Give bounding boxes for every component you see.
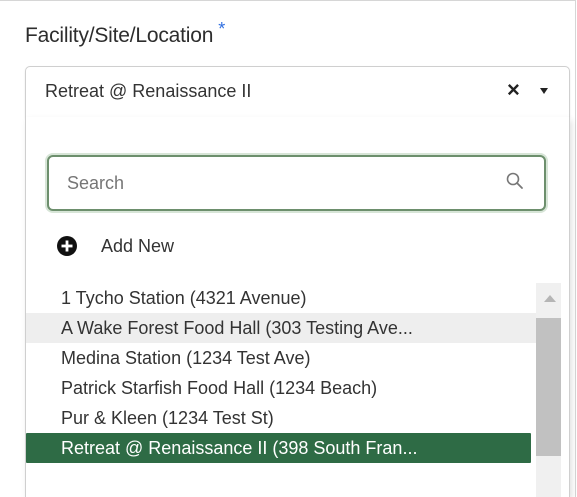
- search-input[interactable]: [67, 170, 487, 196]
- add-new-button[interactable]: Add New: [56, 231, 174, 261]
- scrollbar-thumb[interactable]: [536, 318, 561, 456]
- search-icon: [506, 172, 523, 189]
- field-label-text: Facility/Site/Location: [25, 24, 214, 47]
- scrollbar[interactable]: [536, 283, 561, 497]
- dropdown-panel: Add New 1 Tycho Station (4321 Avenue) A …: [25, 117, 570, 497]
- search-box[interactable]: [47, 155, 546, 211]
- plus-circle-icon: [57, 236, 77, 256]
- list-item[interactable]: A Wake Forest Food Hall (303 Testing Ave…: [26, 313, 536, 343]
- options-list: 1 Tycho Station (4321 Avenue) A Wake For…: [26, 283, 536, 463]
- scroll-up-arrow-icon[interactable]: [544, 295, 556, 302]
- caret-down-icon[interactable]: [540, 88, 548, 94]
- facility-select[interactable]: Retreat @ Renaissance II ×: [25, 66, 570, 118]
- list-item[interactable]: 1 Tycho Station (4321 Avenue): [26, 283, 536, 313]
- list-item-selected[interactable]: Retreat @ Renaissance II (398 South Fran…: [26, 433, 531, 463]
- close-icon[interactable]: ×: [507, 77, 520, 103]
- selected-value: Retreat @ Renaissance II: [45, 81, 252, 101]
- list-item[interactable]: Patrick Starfish Food Hall (1234 Beach): [26, 373, 536, 403]
- add-new-label: Add New: [101, 235, 175, 256]
- required-marker: *: [218, 19, 226, 39]
- list-item[interactable]: Medina Station (1234 Test Ave): [26, 343, 536, 373]
- field-label: Facility/Site/Location *: [25, 19, 225, 48]
- list-item[interactable]: Pur & Kleen (1234 Test St): [26, 403, 536, 433]
